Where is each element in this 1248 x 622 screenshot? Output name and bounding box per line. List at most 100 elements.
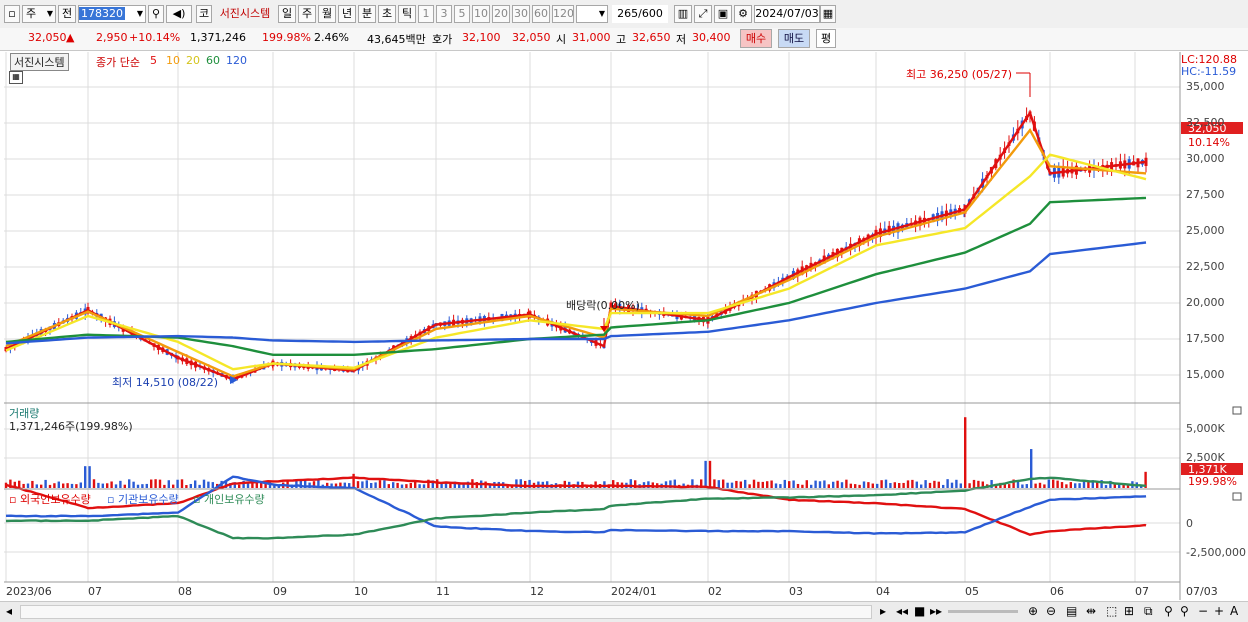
volume-bar [884,479,888,488]
stop-icon[interactable]: ■ [914,604,925,618]
volume-bar [79,482,82,488]
volume-bar [405,484,408,488]
ma-120-label: 120 [226,54,247,67]
volume-bar [1038,482,1042,488]
volume-bar [387,484,390,488]
volume-bar [22,483,25,488]
text-icon[interactable]: A [1230,604,1238,618]
stack-icon[interactable]: ▤ [1066,604,1077,618]
crosshair-icon[interactable]: ⊞ [1124,604,1134,618]
link-icon[interactable]: ⧉ [1144,604,1153,619]
x-tick: 06 [1050,585,1064,598]
pan-icon[interactable]: ⇹ [1086,604,1096,618]
volume-bar [1104,485,1108,488]
volume-bar [106,483,109,488]
volume-bar [207,481,210,488]
volume-bar [1030,449,1033,488]
volume-bar [893,482,896,488]
volume-bar [145,483,148,488]
volume-bar [955,479,958,488]
x-tick: 2023/06 [6,585,52,598]
volume-bar [827,484,830,488]
volume-bar [1060,482,1064,488]
price-tick: 32,500 [1186,116,1225,129]
price-title: 서진시스템 [10,53,69,71]
volume-bar [1021,484,1024,488]
volume-bar [1082,480,1086,488]
volume-bar [757,481,760,488]
volume-bar [392,482,395,488]
volume-bar [867,482,870,488]
volume-bar [141,484,144,488]
volume-bar [898,483,901,488]
volume-bar [172,484,175,488]
volume-bar [924,480,927,488]
volume-bar [858,484,861,488]
volume-bar [202,479,206,488]
ma-20-label: 20 [186,54,200,67]
ma-60-label: 60 [206,54,220,67]
volume-bar [1034,483,1037,488]
volume-bar [53,483,56,488]
volume-bar [849,483,852,488]
close-icon[interactable] [1232,406,1242,415]
volume-bar [810,484,813,488]
ma-10-label: 10 [166,54,180,67]
volume-bar [383,480,386,488]
volume-bar [1052,479,1055,488]
zoom-out-icon[interactable]: ⊖ [1046,604,1056,618]
volume-bar [730,482,734,488]
volume-bar [704,460,707,488]
magnifier-zoom-icon[interactable]: ⚲ [1180,604,1189,618]
volume-bar [119,480,122,488]
volume-bar [88,466,91,488]
volume-bar [920,484,923,488]
volume-bar [378,480,382,488]
volume-bar [180,479,184,488]
scroll-left-icon[interactable]: ◂ [6,604,12,618]
volume-bar [370,482,373,488]
volume-bar [35,484,38,488]
volume-bar [774,483,778,488]
fit-icon[interactable]: ⬚ [1106,604,1117,618]
plus-icon[interactable]: + [1214,604,1224,618]
volume-bar [950,482,954,488]
volume-bar [57,481,60,488]
x-tick: 08 [178,585,192,598]
fast-forward-icon[interactable]: ▸▸ [930,604,942,618]
x-tick: 2024/01 [611,585,657,598]
scroll-track[interactable] [20,605,872,619]
volume-bar [880,480,883,488]
volume-bar [836,480,839,488]
volume-bar [766,481,769,488]
volume-bar [128,479,131,488]
scroll-bar[interactable]: ◂ ▸ ◂◂ ■ ▸▸ ⊕ ⊖ ▤ ⇹ ⬚ ⊞ ⧉ ⚲ ⚲ − + A [0,601,1248,622]
current-volume-pct: 199.98% [1188,475,1237,488]
volume-bar [163,484,166,488]
volume-bar [726,482,729,488]
holding-foreign-label: ▫ 외국인보유수량 [9,493,91,506]
holding-tick: 0 [1186,517,1193,530]
volume-bar [968,483,971,488]
ma-5-label: 5 [150,54,157,67]
volume-bar [114,484,118,488]
scroll-right-icon[interactable]: ▸ [880,604,886,618]
volume-bar [959,483,962,488]
magnifier-icon[interactable]: ⚲ [1164,604,1173,618]
zoom-track[interactable] [948,610,1018,613]
zoom-in-icon[interactable]: ⊕ [1028,604,1038,618]
volume-bar [48,484,52,488]
price-tick: 27,500 [1186,188,1225,201]
volume-bar [1043,484,1046,488]
volume-bar [198,484,201,488]
volume-bar [796,483,800,488]
fast-back-icon[interactable]: ◂◂ [896,604,908,618]
volume-bar [928,482,932,488]
volume-bar [739,481,742,488]
close-icon[interactable] [1232,492,1242,501]
volume-bar [801,484,804,488]
grid-icon[interactable]: ▦ [9,71,23,84]
minus-icon[interactable]: − [1198,604,1208,618]
volume-bar [189,483,192,488]
volume-bar [150,479,153,488]
